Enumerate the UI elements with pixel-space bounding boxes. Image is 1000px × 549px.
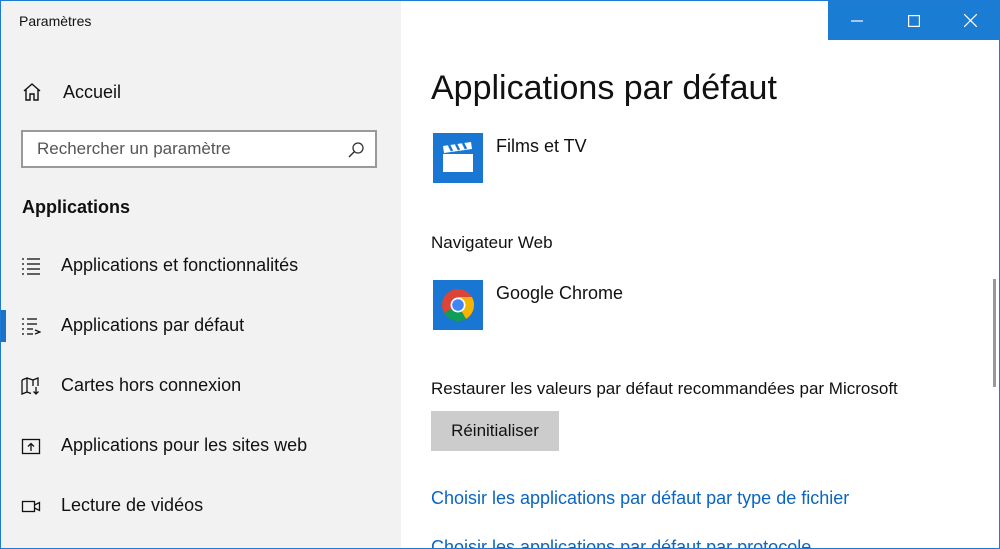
- link-choose-by-file-type[interactable]: Choisir les applications par défaut par …: [431, 488, 849, 509]
- window-title: Paramètres: [19, 13, 92, 29]
- sidebar-item-label: Lecture de vidéos: [61, 495, 204, 515]
- sidebar-item-apps-for-websites[interactable]: Applications pour les sites web: [1, 426, 401, 486]
- reset-button[interactable]: Réinitialiser: [431, 411, 559, 451]
- web-browser-label: Navigateur Web: [431, 233, 553, 252]
- list-icon: [22, 258, 40, 275]
- home-icon: [23, 83, 41, 101]
- home-label: Accueil: [63, 81, 122, 102]
- sidebar-item-label: Cartes hors connexion: [61, 375, 242, 395]
- link-choose-by-protocol[interactable]: Choisir les applications par défaut par …: [431, 537, 811, 548]
- sidebar-item-label: Applications et fonctionnalités: [61, 255, 299, 275]
- video-player-name: Films et TV: [496, 136, 587, 156]
- page-title: Applications par défaut: [431, 69, 777, 107]
- reset-description: Restaurer les valeurs par défaut recomma…: [431, 379, 898, 398]
- search-icon[interactable]: [347, 141, 365, 159]
- search-box[interactable]: [21, 130, 377, 168]
- section-title: Applications: [22, 197, 131, 217]
- sidebar-item-offline-maps[interactable]: Cartes hors connexion: [1, 366, 401, 426]
- web-browser-selector[interactable]: Google Chrome: [431, 280, 951, 332]
- sidebar-item-label: Applications pour les sites web: [61, 435, 308, 455]
- chrome-icon: [433, 280, 483, 330]
- sidebar-nav: Applications et fonctionnalités Applicat…: [1, 246, 401, 546]
- sidebar-item-home[interactable]: Accueil: [21, 79, 121, 105]
- sidebar-item-video-playback[interactable]: Lecture de vidéos: [1, 486, 401, 546]
- sidebar-item-apps-features[interactable]: Applications et fonctionnalités: [1, 246, 401, 306]
- clapperboard-icon: [433, 133, 483, 183]
- settings-window: Paramètres Accueil Applications: [0, 0, 1000, 549]
- sidebar: Paramètres Accueil Applications: [1, 1, 401, 548]
- selection-indicator: [1, 310, 6, 342]
- search-input[interactable]: [37, 139, 337, 159]
- map-download-icon: [21, 377, 39, 395]
- default-apps-icon: [22, 318, 41, 335]
- video-player-selector[interactable]: Films et TV: [431, 133, 951, 185]
- sidebar-item-default-apps[interactable]: Applications par défaut: [1, 306, 401, 366]
- open-in-app-icon: [21, 438, 41, 455]
- scrollbar[interactable]: [993, 279, 996, 387]
- sidebar-item-label: Applications par défaut: [61, 315, 245, 335]
- main-content: Applications par défaut Films et TV Navi…: [431, 1, 999, 548]
- web-browser-name: Google Chrome: [496, 283, 624, 303]
- video-camera-icon: [21, 500, 41, 513]
